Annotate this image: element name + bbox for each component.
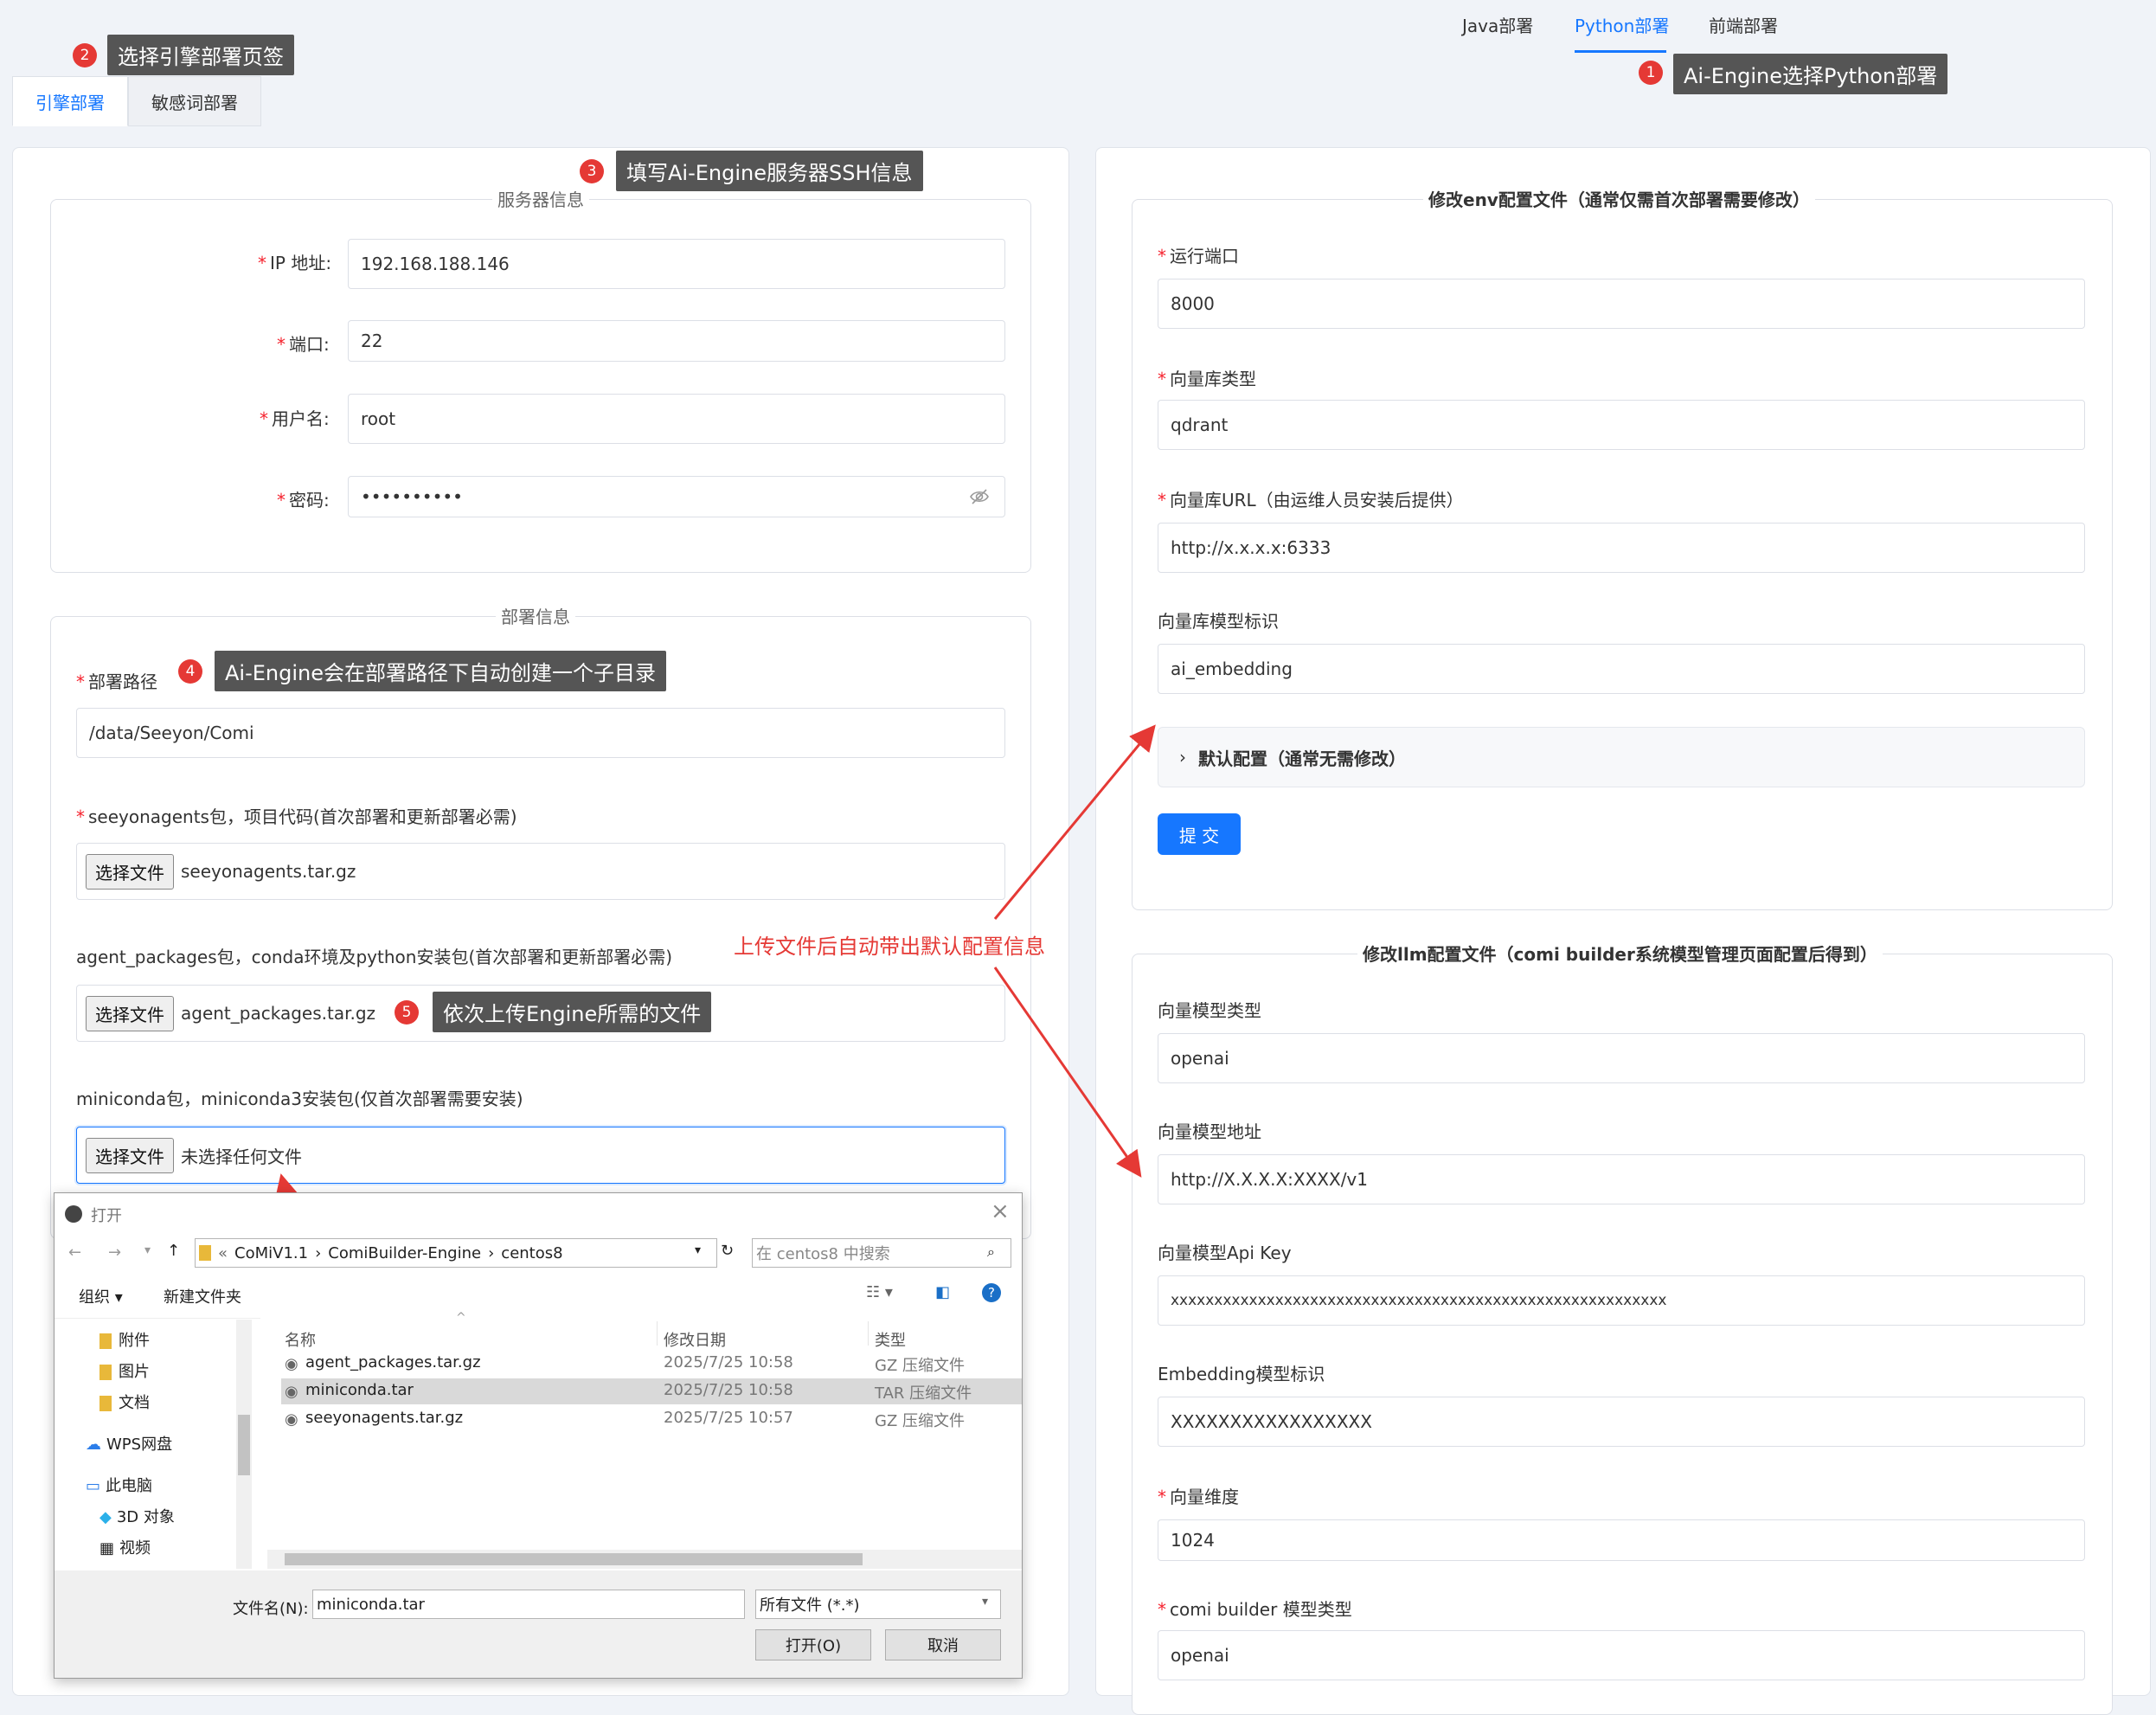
- close-icon[interactable]: ×: [991, 1198, 1010, 1224]
- file-date: 2025/7/25 10:58: [664, 1381, 793, 1399]
- app-icon: [65, 1205, 82, 1223]
- nav-item-pictures[interactable]: 图片: [99, 1359, 150, 1382]
- filter-dropdown-icon[interactable]: ▾: [982, 1595, 988, 1609]
- breadcrumb-item[interactable]: CoMiV1.1: [234, 1244, 308, 1262]
- dialog-footer: [55, 1570, 1022, 1678]
- arrow-to-llm: [993, 967, 1142, 1178]
- search-icon: ⌕: [987, 1243, 995, 1260]
- new-folder-button[interactable]: 新建文件夹: [164, 1285, 241, 1307]
- file-type: GZ 压缩文件: [875, 1412, 966, 1430]
- sort-up-icon: ^: [456, 1311, 466, 1325]
- cloud-icon: ☁: [86, 1436, 101, 1454]
- preview-pane-icon[interactable]: ◧: [935, 1283, 950, 1301]
- cube-icon: ◆: [99, 1508, 112, 1526]
- nav-scroll-thumb[interactable]: [238, 1415, 250, 1475]
- list-hscroll-thumb[interactable]: [285, 1553, 863, 1565]
- refresh-icon[interactable]: ↻: [721, 1242, 734, 1260]
- col-name[interactable]: 名称: [285, 1328, 316, 1351]
- archive-icon: ◉: [285, 1383, 298, 1401]
- dialog-title: 打开: [91, 1207, 122, 1225]
- breadcrumb-item[interactable]: centos8: [501, 1244, 562, 1262]
- nav-item-attachments[interactable]: 附件: [99, 1328, 150, 1351]
- up-icon[interactable]: ↑: [167, 1242, 180, 1260]
- file-name: miniconda.tar: [305, 1381, 414, 1399]
- col-type[interactable]: 类型: [875, 1328, 906, 1351]
- file-type: GZ 压缩文件: [875, 1357, 966, 1375]
- file-date: 2025/7/25 10:57: [664, 1409, 793, 1427]
- overflow-marker: «: [218, 1243, 228, 1262]
- address-bar[interactable]: « CoMiV1.1 › ComiBuilder-Engine › centos…: [195, 1238, 717, 1268]
- arrow-to-env: [993, 724, 1156, 920]
- file-type: TAR 压缩文件: [875, 1384, 972, 1403]
- nav-item-wps[interactable]: ☁ WPS网盘: [86, 1432, 172, 1455]
- breadcrumb-separator: ›: [488, 1243, 495, 1262]
- col-date[interactable]: 修改日期: [664, 1328, 726, 1351]
- address-dropdown-icon[interactable]: ▾: [695, 1243, 701, 1257]
- file-row-selected[interactable]: ◉ miniconda.tar 2025/7/25 10:58 TAR 压缩文件: [281, 1378, 1022, 1404]
- search-input[interactable]: 在 centos8 中搜索: [752, 1238, 1011, 1268]
- recent-dropdown-icon[interactable]: ▾: [144, 1243, 151, 1257]
- file-type-filter[interactable]: 所有文件 (*.*): [755, 1590, 1001, 1619]
- filename-input[interactable]: miniconda.tar: [312, 1590, 745, 1619]
- computer-icon: ▭: [86, 1477, 101, 1495]
- nav-item-3d[interactable]: ◆ 3D 对象: [99, 1505, 175, 1527]
- organize-menu[interactable]: 组织 ▾: [79, 1285, 123, 1307]
- back-icon[interactable]: ←: [68, 1243, 81, 1262]
- filter-value: 所有文件 (*.*): [760, 1596, 860, 1615]
- film-icon: ▦: [99, 1539, 115, 1558]
- help-icon[interactable]: ?: [982, 1283, 1001, 1302]
- filename-label: 文件名(N):: [233, 1600, 309, 1618]
- archive-icon: ◉: [285, 1410, 298, 1429]
- col-divider: [868, 1321, 869, 1346]
- view-options-icon[interactable]: ☷ ▾: [866, 1283, 893, 1301]
- search-placeholder: 在 centos8 中搜索: [756, 1245, 890, 1263]
- cancel-button[interactable]: 取消: [885, 1629, 1001, 1660]
- forward-icon[interactable]: →: [108, 1243, 121, 1262]
- folder-icon: [199, 1245, 211, 1261]
- nav-scrollbar[interactable]: [236, 1320, 252, 1569]
- file-open-dialog: 打开 × ← → ▾ ↑ « CoMiV1.1 › ComiBuilder-En…: [54, 1192, 1023, 1679]
- col-divider: [657, 1321, 658, 1346]
- file-row[interactable]: ◉ agent_packages.tar.gz 2025/7/25 10:58 …: [281, 1351, 1022, 1377]
- archive-icon: ◉: [285, 1355, 298, 1373]
- breadcrumb-item[interactable]: ComiBuilder-Engine: [328, 1244, 481, 1262]
- breadcrumb-separator: ›: [315, 1243, 322, 1262]
- file-date: 2025/7/25 10:58: [664, 1353, 793, 1371]
- file-name: seeyonagents.tar.gz: [305, 1409, 464, 1427]
- nav-item-videos[interactable]: ▦ 视频: [99, 1536, 151, 1558]
- list-hscrollbar[interactable]: [267, 1550, 1022, 1569]
- nav-item-this-pc[interactable]: ▭ 此电脑: [86, 1474, 152, 1496]
- file-name: agent_packages.tar.gz: [305, 1353, 481, 1371]
- open-button[interactable]: 打开(O): [755, 1629, 871, 1660]
- nav-item-documents[interactable]: 文档: [99, 1391, 150, 1413]
- filename-value: miniconda.tar: [317, 1595, 425, 1614]
- file-row[interactable]: ◉ seeyonagents.tar.gz 2025/7/25 10:57 GZ…: [281, 1406, 1022, 1432]
